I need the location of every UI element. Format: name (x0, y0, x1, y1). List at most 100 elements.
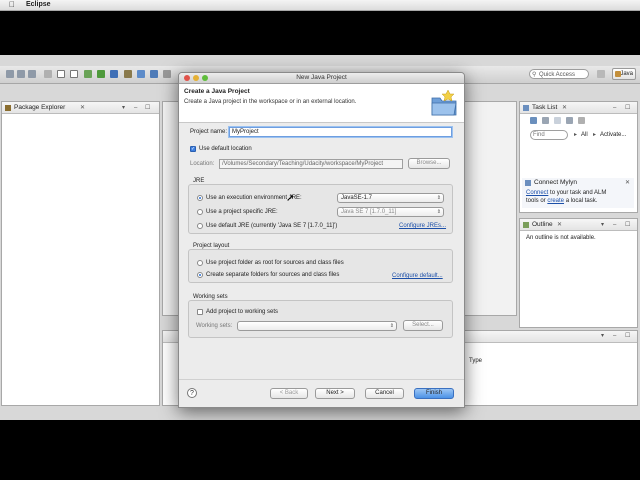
new-package-icon[interactable] (137, 70, 145, 78)
add-to-working-sets-checkbox[interactable] (197, 309, 203, 315)
view-menu-icon[interactable]: ▾ (601, 332, 604, 340)
maximize-icon[interactable]: ☐ (145, 104, 150, 112)
package-explorer-tab[interactable]: Package Explorer ✕ ▾ – ☐ (2, 102, 159, 114)
apple-logo-icon[interactable]:  (9, 1, 15, 9)
connect-mylyn-box: Connect Mylyn ✕ Connect to your task and… (522, 178, 634, 208)
task-scope-icon[interactable]: ▸ (574, 131, 577, 139)
select-chevron-icon: ⇕ (436, 195, 441, 201)
maximize-icon[interactable]: ☐ (625, 104, 630, 112)
java-perspective-label: Java (620, 71, 633, 77)
next-button[interactable]: Next > (315, 388, 355, 399)
close-icon[interactable]: ✕ (625, 179, 630, 187)
view-menu-icon[interactable]: ▾ (601, 221, 604, 229)
open-type-icon[interactable] (163, 70, 171, 78)
java-perspective-button[interactable]: Java (612, 68, 636, 80)
minimize-icon[interactable]: – (134, 104, 137, 112)
categorize-icon[interactable] (542, 117, 549, 124)
maximize-icon[interactable]: ☐ (625, 221, 630, 229)
toggle-mark-icon[interactable] (57, 70, 65, 78)
finish-button[interactable]: Finish (414, 388, 454, 399)
back-button-label: < Back (279, 390, 299, 396)
dialog-subtitle: Create a Java project in the workspace o… (184, 99, 357, 105)
help-icon[interactable]: ? (187, 388, 197, 398)
sync-icon[interactable] (578, 117, 585, 124)
connect-mylyn-line2-prefix: tools or (526, 198, 548, 204)
project-root-radio[interactable] (197, 260, 203, 266)
type-column-header: Type (469, 358, 483, 364)
java-icon (615, 71, 621, 77)
separate-folders-radio[interactable] (197, 272, 203, 278)
run-icon[interactable] (97, 70, 105, 78)
new-task-icon[interactable] (530, 117, 537, 124)
project-name-value: MyProject (232, 129, 259, 135)
execution-environment-value: JavaSE-1.7 (341, 195, 373, 201)
task-list-title: Task List (532, 104, 558, 111)
next-button-label: Next > (326, 390, 344, 396)
new-project-folder-icon (431, 89, 457, 116)
open-perspective-icon[interactable] (597, 70, 605, 78)
configure-jres-link[interactable]: Configure JREs... (399, 222, 446, 230)
outline-title: Outline (532, 221, 553, 228)
toggle-block-icon[interactable] (70, 70, 78, 78)
project-specific-jre-select[interactable]: Java SE 7 [1.7.0_11] ⇕ (337, 207, 444, 217)
connect-mylyn-line2: tools or create a local task. (526, 197, 597, 205)
activate-arrow-icon[interactable]: ▸ (593, 131, 596, 139)
configure-default-link[interactable]: Configure default... (392, 272, 443, 280)
view-menu-icon[interactable]: ▾ (122, 104, 125, 112)
filter-icon[interactable] (554, 117, 561, 124)
outline-message: An outline is not available. (526, 235, 596, 241)
project-specific-jre-label: Use a project specific JRE: (206, 209, 278, 215)
quick-access-input[interactable]: ⚲ Quick Access (529, 69, 589, 79)
package-explorer-title: Package Explorer (14, 104, 66, 111)
working-sets-select[interactable]: ⇕ (237, 321, 397, 331)
debug-icon[interactable] (84, 70, 92, 78)
package-explorer-panel: Package Explorer ✕ ▾ – ☐ (1, 101, 160, 406)
task-find-input[interactable]: Find (530, 130, 568, 140)
new-class-icon[interactable] (150, 70, 158, 78)
browse-button-label: Browse... (416, 160, 442, 166)
project-specific-jre-radio[interactable] (197, 209, 203, 215)
project-name-input[interactable]: MyProject (229, 127, 452, 137)
build-icon[interactable] (44, 70, 52, 78)
maximize-icon[interactable]: ☐ (625, 332, 630, 340)
create-link[interactable]: create (547, 198, 564, 204)
execution-environment-radio[interactable] (197, 195, 203, 201)
external-tools-icon[interactable] (110, 70, 118, 78)
print-icon[interactable] (28, 70, 36, 78)
use-default-location-checkbox[interactable]: ✓ (190, 146, 196, 152)
task-find-placeholder: Find (533, 132, 545, 138)
close-icon[interactable]: ✕ (562, 104, 567, 112)
minimize-icon[interactable]: – (613, 332, 616, 340)
close-icon[interactable]: ✕ (557, 221, 562, 229)
package-icon (5, 105, 11, 111)
new-icon[interactable] (6, 70, 14, 78)
new-java-project-dialog: New Java Project Create a Java Project C… (178, 72, 465, 408)
default-jre-radio[interactable] (197, 223, 203, 229)
activate-link[interactable]: Activate... (600, 131, 626, 139)
minimize-icon[interactable]: – (613, 221, 616, 229)
collapse-icon[interactable] (566, 117, 573, 124)
execution-environment-select[interactable]: JavaSE-1.7 ⇕ (337, 193, 444, 203)
browse-button[interactable]: Browse... (408, 158, 450, 169)
minimize-icon[interactable]: – (613, 104, 616, 112)
dialog-titlebar: New Java Project (179, 73, 464, 84)
working-sets-label: Working sets: (196, 323, 233, 329)
project-specific-jre-value: Java SE 7 [1.7.0_11] (341, 209, 397, 215)
select-chevron-icon: ⇕ (389, 323, 394, 329)
outline-panel: Outline ✕ ▾ – ☐ An outline is not availa… (519, 218, 638, 328)
outline-icon (523, 222, 529, 228)
select-working-sets-button[interactable]: Select... (403, 320, 443, 331)
connect-link[interactable]: Connect (526, 190, 548, 196)
new-java-project-icon[interactable] (124, 70, 132, 78)
close-icon[interactable]: ✕ (80, 104, 85, 112)
location-input[interactable]: /Volumes/Secondary/Teaching/Udacity/work… (219, 159, 403, 169)
back-button[interactable]: < Back (270, 388, 308, 399)
project-root-label: Use project folder as root for sources a… (206, 260, 344, 266)
quick-access-placeholder: Quick Access (539, 72, 576, 78)
all-tasks-link[interactable]: All (581, 131, 588, 139)
app-name-menu[interactable]: Eclipse (26, 1, 51, 9)
save-icon[interactable] (17, 70, 25, 78)
task-list-tab[interactable]: Task List ✕ – ☐ (520, 102, 637, 114)
outline-tab[interactable]: Outline ✕ ▾ – ☐ (520, 219, 637, 231)
cancel-button[interactable]: Cancel (365, 388, 404, 399)
